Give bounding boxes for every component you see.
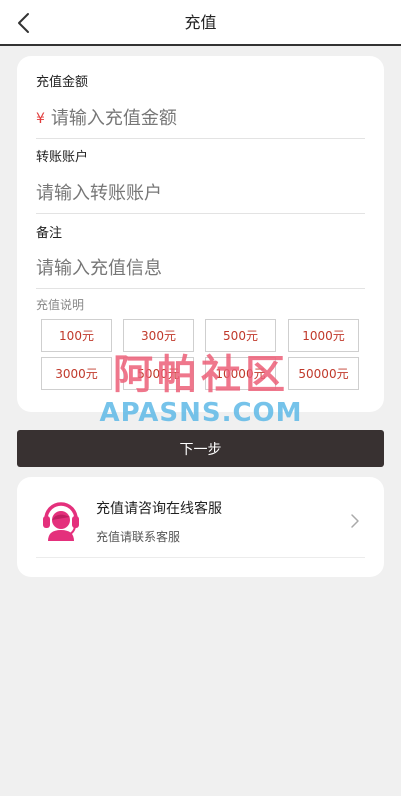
account-input[interactable] [36, 183, 336, 204]
amount-field: 充值金额 ¥ [36, 71, 365, 141]
quick-amount-button[interactable]: 300元 [123, 319, 194, 352]
note-input-row [36, 249, 365, 289]
service-title: 充值请咨询在线客服 [96, 501, 222, 517]
quick-amount-grid: 100元 300元 500元 1000元 3000元 5000元 10000元 … [41, 319, 359, 391]
account-input-row [36, 174, 365, 214]
recharge-page: 充值 充值金额 ¥ 转账账户 备注 充值说明 100元 300元 [0, 0, 401, 796]
page-title: 充值 [184, 13, 217, 32]
amount-input[interactable] [50, 108, 351, 129]
next-step-button[interactable]: 下一步 [17, 430, 384, 467]
customer-service-headset-icon [43, 502, 79, 541]
account-label: 转账账户 [36, 150, 89, 165]
quick-amount-button[interactable]: 1000元 [288, 319, 359, 352]
account-field: 转账账户 [36, 146, 365, 216]
currency-symbol: ¥ [36, 110, 45, 127]
description-label: 充值说明 [36, 298, 85, 312]
quick-amount-button[interactable]: 50000元 [288, 357, 359, 390]
service-subtitle: 充值请联系客服 [96, 530, 181, 544]
recharge-form-card: 充值金额 ¥ 转账账户 备注 充值说明 100元 300元 500元 1000元… [17, 56, 384, 412]
amount-input-row: ¥ [36, 99, 365, 139]
quick-amount-button[interactable]: 3000元 [41, 357, 112, 390]
chevron-right-icon [351, 514, 359, 528]
quick-amount-button[interactable]: 500元 [205, 319, 276, 352]
quick-amount-button[interactable]: 100元 [41, 319, 112, 352]
note-field: 备注 [36, 222, 365, 292]
quick-amount-button[interactable]: 10000元 [205, 357, 276, 390]
top-nav-bar: 充值 [0, 0, 401, 46]
note-label: 备注 [36, 226, 63, 241]
customer-service-card[interactable]: 充值请咨询在线客服 充值请联系客服 [17, 477, 384, 577]
quick-amount-button[interactable]: 5000元 [123, 357, 194, 390]
amount-label: 充值金额 [36, 75, 89, 90]
service-divider [36, 557, 365, 558]
note-input[interactable] [36, 258, 336, 279]
